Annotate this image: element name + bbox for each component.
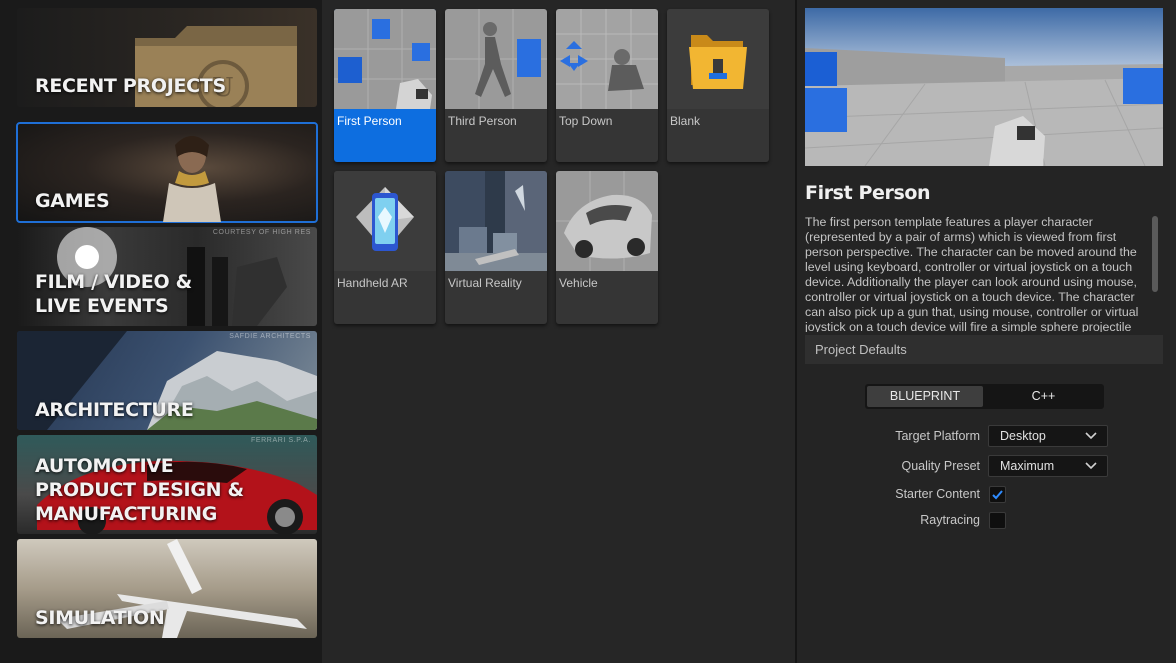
category-label: GAMES xyxy=(35,190,110,212)
folder-icon xyxy=(667,9,769,109)
target-platform-value: Desktop xyxy=(1000,429,1046,443)
template-virtual-reality[interactable]: Virtual Reality xyxy=(445,171,547,324)
category-label: LIVE EVENTS xyxy=(35,295,169,317)
template-vehicle[interactable]: Vehicle xyxy=(556,171,658,324)
template-label: Blank xyxy=(670,114,701,128)
template-first-person[interactable]: First Person xyxy=(334,9,436,162)
template-third-person[interactable]: Third Person xyxy=(445,9,547,162)
phone-ar-icon xyxy=(334,171,436,271)
language-toggle: BLUEPRINT C++ xyxy=(865,384,1104,409)
category-label: MANUFACTURING xyxy=(35,503,218,525)
template-details-panel: First Person The first person template f… xyxy=(797,0,1176,663)
template-label: Third Person xyxy=(448,114,517,128)
chevron-down-icon xyxy=(1085,462,1097,470)
category-list: U RECENT PROJECTS GAMES COURTESY OF HIGH… xyxy=(0,0,322,663)
chevron-down-icon xyxy=(1085,432,1097,440)
category-automotive[interactable]: FERRARI S.P.A. AUTOMOTIVE PRODUCT DESIGN… xyxy=(17,435,317,534)
raytracing-label: Raytracing xyxy=(920,513,980,527)
template-title: First Person xyxy=(805,182,931,204)
quality-preset-label: Quality Preset xyxy=(901,459,980,473)
starter-content-label: Starter Content xyxy=(895,487,980,501)
template-description: The first person template features a pla… xyxy=(805,215,1139,332)
category-label: SIMULATION xyxy=(35,607,165,629)
template-blank[interactable]: Blank xyxy=(667,9,769,162)
category-label: ARCHITECTURE xyxy=(35,399,194,421)
quality-preset-value: Maximum xyxy=(1000,459,1055,473)
starter-content-checkbox[interactable] xyxy=(989,486,1006,503)
description-scrollbar[interactable] xyxy=(1152,216,1158,292)
first-person-thumbnail xyxy=(334,9,436,109)
category-label: RECENT PROJECTS xyxy=(35,75,226,97)
project-browser-window: U RECENT PROJECTS GAMES COURTESY OF HIGH… xyxy=(0,0,1176,663)
top-down-thumbnail xyxy=(556,9,658,109)
vehicle-thumbnail xyxy=(556,171,658,271)
template-label: Top Down xyxy=(559,114,613,128)
blueprint-option[interactable]: BLUEPRINT xyxy=(867,386,983,407)
category-label: AUTOMOTIVE xyxy=(35,455,174,477)
template-label: Virtual Reality xyxy=(448,276,522,290)
image-credit: SAFDIE ARCHITECTS xyxy=(229,333,311,340)
category-games[interactable]: GAMES xyxy=(16,122,318,223)
target-platform-dropdown[interactable]: Desktop xyxy=(988,425,1108,447)
category-recent-projects[interactable]: U RECENT PROJECTS xyxy=(17,8,317,107)
virtual-reality-thumbnail xyxy=(445,171,547,271)
category-architecture[interactable]: SAFDIE ARCHITECTS ARCHITECTURE xyxy=(17,331,317,430)
category-film-video-live-events[interactable]: COURTESY OF HIGH RES FILM / VIDEO & LIVE… xyxy=(17,227,317,326)
checkmark-icon xyxy=(992,490,1003,500)
third-person-thumbnail xyxy=(445,9,547,109)
template-grid: First Person Third Person Top Down Blank… xyxy=(322,0,795,663)
template-top-down[interactable]: Top Down xyxy=(556,9,658,162)
category-simulation[interactable]: SIMULATION xyxy=(17,539,317,638)
template-handheld-ar[interactable]: Handheld AR xyxy=(334,171,436,324)
category-label: FILM / VIDEO & xyxy=(35,271,192,293)
image-credit: COURTESY OF HIGH RES xyxy=(212,229,311,236)
project-defaults-header: Project Defaults xyxy=(805,335,1163,364)
category-label: PRODUCT DESIGN & xyxy=(35,479,244,501)
raytracing-checkbox[interactable] xyxy=(989,512,1006,529)
target-platform-label: Target Platform xyxy=(895,429,980,443)
quality-preset-dropdown[interactable]: Maximum xyxy=(988,455,1108,477)
template-label: First Person xyxy=(337,114,402,128)
template-label: Handheld AR xyxy=(337,276,408,290)
image-credit: FERRARI S.P.A. xyxy=(250,437,311,444)
project-defaults-label: Project Defaults xyxy=(815,342,907,357)
template-preview-image xyxy=(805,8,1163,166)
template-label: Vehicle xyxy=(559,276,598,290)
game-character-portrait xyxy=(163,136,221,222)
cpp-option[interactable]: C++ xyxy=(985,386,1102,407)
